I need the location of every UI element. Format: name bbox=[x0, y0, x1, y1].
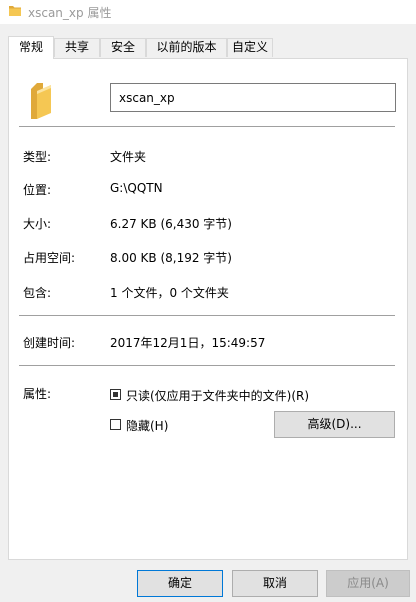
contains-label: 包含: bbox=[23, 286, 52, 300]
folder-icon bbox=[31, 83, 51, 119]
created-label: 创建时间: bbox=[23, 336, 76, 350]
divider bbox=[19, 315, 395, 316]
type-label: 类型: bbox=[23, 150, 52, 164]
tab-customize[interactable]: 自定义 bbox=[227, 38, 273, 57]
contains-value: 1 个文件，0 个文件夹 bbox=[110, 286, 229, 300]
hidden-label[interactable]: 隐藏(H) bbox=[126, 417, 168, 434]
created-value: 2017年12月1日，15:49:57 bbox=[110, 336, 266, 350]
disk-size-value: 8.00 KB (8,192 字节) bbox=[110, 251, 232, 265]
folder-name-input[interactable] bbox=[110, 83, 396, 112]
cancel-button[interactable]: 取消 bbox=[232, 570, 318, 597]
tab-sharing[interactable]: 共享 bbox=[54, 38, 100, 57]
type-value: 文件夹 bbox=[110, 150, 147, 164]
divider bbox=[19, 365, 395, 366]
hidden-checkbox[interactable] bbox=[110, 419, 121, 430]
general-tab-panel: 类型: 文件夹 位置: G:\QQTN 大小: 6.27 KB (6,430 字… bbox=[8, 58, 408, 560]
tab-security[interactable]: 安全 bbox=[100, 38, 146, 57]
ok-button[interactable]: 确定 bbox=[137, 570, 223, 597]
location-value: G:\QQTN bbox=[110, 181, 163, 195]
size-value: 6.27 KB (6,430 字节) bbox=[110, 217, 232, 231]
location-label: 位置: bbox=[23, 183, 52, 197]
folder-icon bbox=[9, 6, 21, 16]
advanced-button[interactable]: 高级(D)... bbox=[274, 411, 395, 438]
window-title: xscan_xp 属性 bbox=[28, 6, 112, 20]
tab-previous-versions[interactable]: 以前的版本 bbox=[146, 38, 227, 57]
title-bar: xscan_xp 属性 bbox=[0, 0, 416, 24]
tab-general[interactable]: 常规 bbox=[8, 36, 54, 59]
readonly-checkbox[interactable] bbox=[110, 389, 121, 400]
size-label: 大小: bbox=[23, 217, 52, 231]
apply-button[interactable]: 应用(A) bbox=[326, 570, 410, 597]
readonly-label[interactable]: 只读(仅应用于文件夹中的文件)(R) bbox=[126, 387, 309, 404]
divider bbox=[19, 126, 395, 127]
indeterminate-mark bbox=[113, 392, 118, 397]
attributes-label: 属性: bbox=[23, 387, 52, 401]
disk-size-label: 占用空间: bbox=[23, 251, 76, 265]
